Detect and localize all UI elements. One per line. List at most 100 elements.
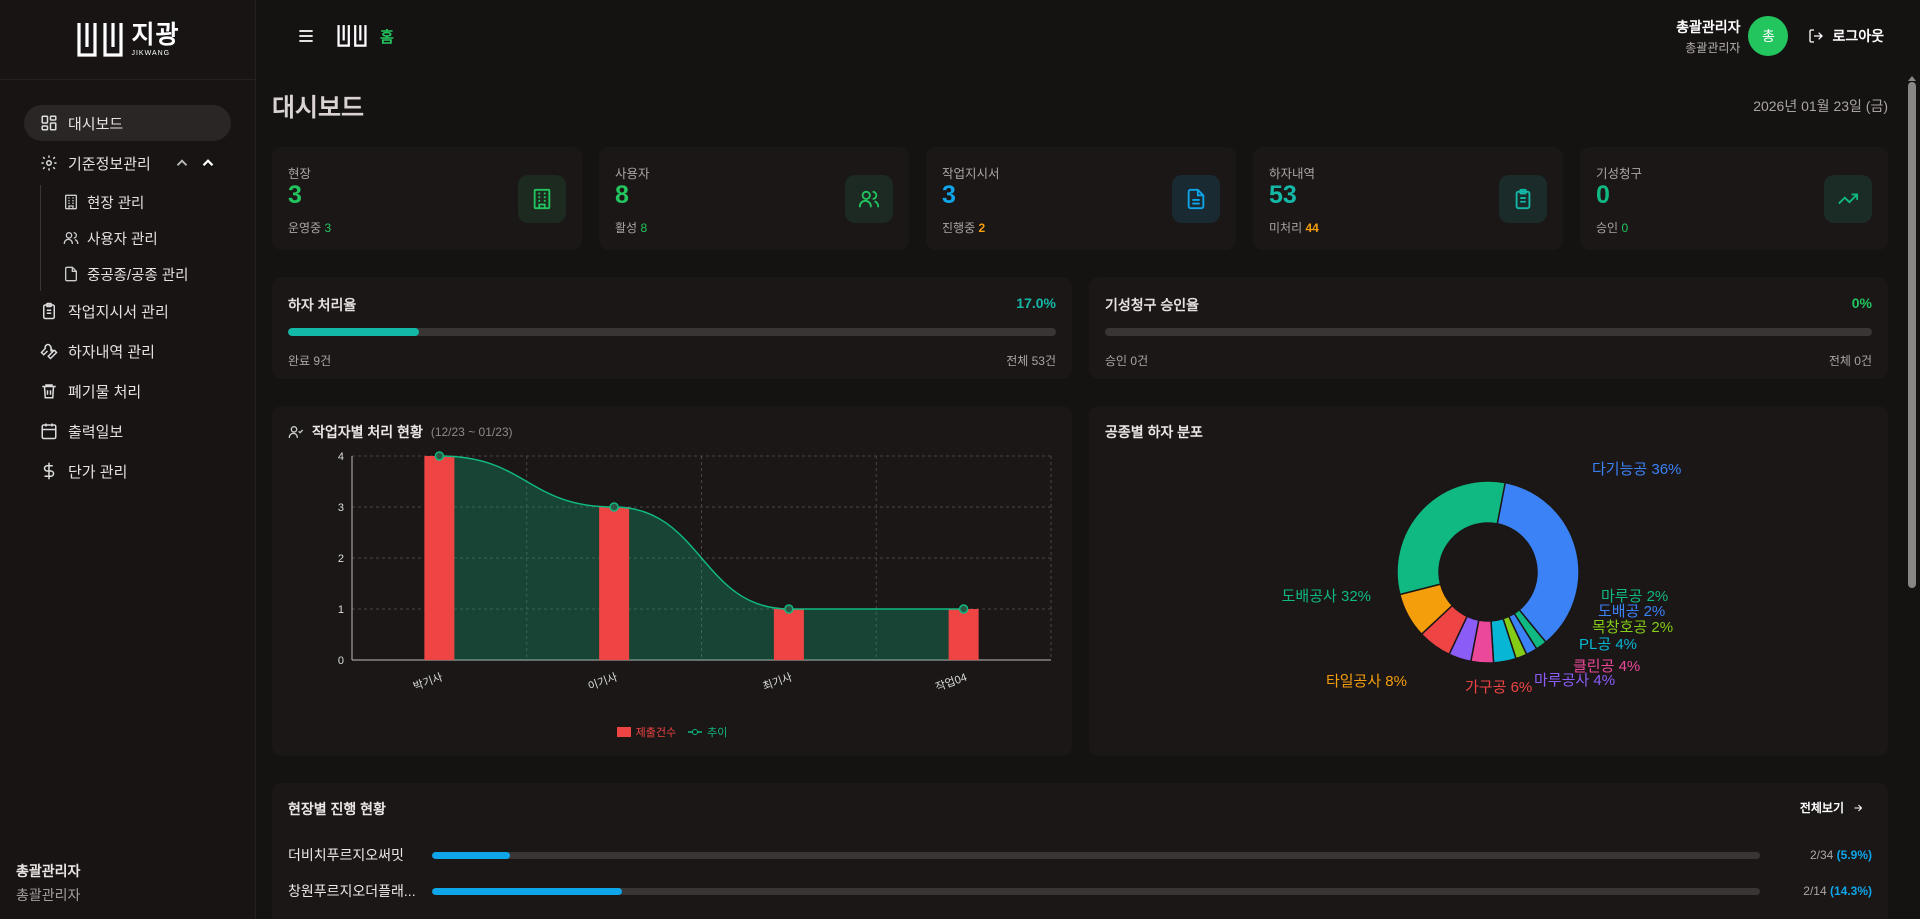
stat-sub-value: 3: [324, 221, 332, 235]
site-name: 더비치푸르지오써밋: [288, 847, 404, 863]
sidebar-item-site-management[interactable]: 현장 관리: [55, 185, 231, 219]
stat-sub: 승인 0: [1596, 219, 1628, 236]
stat-sub-label: 운영중: [288, 221, 322, 235]
stat-icon-box: [518, 175, 566, 223]
sidebar-item-label: 대시보드: [68, 115, 124, 133]
site-progress-bar: [432, 887, 1760, 895]
stat-value: 3: [942, 181, 956, 209]
file-icon: [1187, 188, 1205, 210]
donut-label: 마루공사 4%: [1534, 672, 1615, 689]
legend-swatch: [616, 727, 631, 737]
worker-bar-chart: 0 1 2 3 4 박기사 이기사 최기사 작업04: [338, 451, 1052, 694]
sidebar-item-master-data[interactable]: 기준정보관리: [24, 145, 231, 181]
main-content: 대시보드 2026년 01월 23일 (금) 현장 3 운영중 3 사용자 8 …: [272, 72, 1888, 919]
site-count: 2/14: [1803, 884, 1827, 898]
logout-button[interactable]: 로그아웃: [1808, 26, 1884, 46]
stat-card-billing[interactable]: 기성청구 0 승인 0: [1580, 147, 1888, 250]
sidebar-item-work-order[interactable]: 작업지시서 관리: [24, 293, 231, 329]
sidebar-item-label: 현장 관리: [87, 195, 145, 212]
stat-label: 사용자: [615, 167, 650, 181]
gear-icon: [41, 155, 57, 171]
sidebar-item-defects[interactable]: 하자내역 관리: [24, 333, 231, 369]
sidebar-item-label: 출력일보: [68, 423, 124, 441]
dashboard-icon: [41, 115, 57, 131]
site-progress-row[interactable]: 창원푸르지오더플래... 2/14 (14.3%): [288, 881, 1872, 901]
site-progress-count: 2/14 (14.3%): [1803, 884, 1872, 898]
x-tick-label: 작업04: [934, 671, 969, 694]
stat-sub: 운영중 3: [288, 219, 331, 236]
brand-logo[interactable]: 지광 JIKWANG: [0, 0, 255, 80]
stat-sub: 미처리 44: [1269, 219, 1319, 236]
stat-label: 작업지시서: [942, 167, 1000, 181]
bar-박기사: [424, 456, 455, 660]
stat-card-sites[interactable]: 현장 3 운영중 3: [272, 147, 582, 250]
trend-point: [609, 502, 619, 512]
chevron-up-icon: [202, 159, 214, 167]
stat-card-work-orders[interactable]: 작업지시서 3 진행중 2: [926, 147, 1236, 250]
donut-label: 도배공 2%: [1598, 603, 1665, 620]
clipboard-icon: [1515, 188, 1531, 210]
donut-label: 다기능공 36%: [1592, 461, 1681, 478]
stat-sub-label: 활성: [615, 221, 638, 235]
trade-donut-chart: 다기능공 36%마루공 2%도배공 2%목창호공 2%PL공 4%클린공 4%마…: [1282, 461, 1682, 696]
y-tick-label: 3: [338, 502, 344, 514]
clipboard-icon: [43, 302, 55, 320]
stat-sub-value: 2: [978, 221, 986, 235]
site-progress-row[interactable]: 더비치푸르지오써밋 2/34 (5.9%): [288, 845, 1872, 865]
stat-value: 53: [1269, 181, 1297, 209]
scroll-up-arrow[interactable]: [1908, 76, 1916, 81]
trend-point: [958, 604, 969, 614]
sidebar-nav: 대시보드 기준정보관리 현장 관리 사용자 관리 중공종/공종 관리 작업지시서…: [0, 80, 255, 489]
top-logo[interactable]: 홈: [336, 21, 394, 51]
trade-distribution-panel: 공종별 하자 분포 다기능공 36% 마루공 2% 도배공 2% 목창호공 2% PL공…: [1089, 406, 1888, 756]
logout-icon: [1809, 29, 1824, 43]
sidebar-item-waste[interactable]: 폐기물 처리: [24, 373, 231, 409]
home-link[interactable]: 홈: [380, 26, 394, 47]
stat-card-defects[interactable]: 하자내역 53 미처리 44: [1253, 147, 1563, 250]
defect-rate-card: 하자 처리율 17.0% 완료 9건 전체 53건: [272, 277, 1072, 379]
stat-card-users[interactable]: 사용자 8 활성 8: [599, 147, 909, 250]
legend-line-icon: [688, 729, 703, 735]
bar-작업04: [948, 609, 979, 660]
arrow-right-icon: [1854, 804, 1863, 811]
stat-icon-box: [845, 175, 893, 223]
building-icon: [65, 194, 77, 210]
view-all-button[interactable]: 전체보기: [1800, 799, 1864, 816]
sidebar-item-trade-management[interactable]: 중공종/공종 관리: [55, 257, 231, 291]
y-tick-label: 1: [338, 604, 344, 616]
billing-rate-card: 기성청구 승인율 0% 승인 0건 전체 0건: [1089, 277, 1888, 379]
topbar: 홈 총괄관리자 총괄관리자 총 로그아웃: [256, 0, 1920, 72]
stat-sub-value: 0: [1621, 221, 1629, 235]
rate-right-label: 전체 53건: [1006, 354, 1056, 368]
x-tick-label: 최기사: [761, 671, 794, 694]
stat-label: 현장: [288, 167, 312, 181]
user-name: 총괄관리자: [1676, 18, 1741, 35]
app: 지광 JIKWANG 대시보드 기준정보관리 현장 관리 사용자 관리 중공종/…: [0, 0, 1920, 919]
brand-subname: JIKWANG: [131, 49, 171, 57]
worker-chart-panel: 작업자별 처리 현황 (12/23 ~ 01/23) 0 1 2 3 4 박기사 이기사 최기…: [272, 406, 1072, 756]
rate-progress-fill: [288, 328, 419, 336]
stat-sub: 활성 8: [615, 219, 647, 236]
site-progress-title: 현장별 진행 현황: [288, 801, 386, 817]
sidebar-item-user-management[interactable]: 사용자 관리: [55, 221, 231, 255]
trend-point: [784, 604, 794, 614]
page-date: 2026년 01월 23일 (금): [1753, 98, 1888, 114]
sidebar-item-unit-price[interactable]: 단가 관리: [24, 453, 231, 489]
y-tick-label: 4: [338, 451, 344, 463]
sidebar-item-dashboard[interactable]: 대시보드: [24, 105, 231, 141]
sidebar-item-daily-report[interactable]: 출력일보: [24, 413, 231, 449]
avatar[interactable]: 총: [1748, 16, 1789, 56]
legend-item-trend[interactable]: 추이: [688, 724, 727, 740]
sidebar-item-label: 기준정보관리: [68, 155, 151, 173]
rate-right-label: 전체 0건: [1828, 354, 1872, 368]
donut-label: 가구공 6%: [1465, 679, 1532, 696]
menu-icon[interactable]: [296, 26, 316, 46]
legend-item-submitted[interactable]: 제출건수: [616, 724, 676, 740]
trend-up-icon: [1838, 193, 1859, 205]
stat-icon-box: [1172, 175, 1220, 223]
sidebar-user-name: 총괄관리자: [16, 863, 81, 879]
view-all-label: 전체보기: [1799, 801, 1844, 815]
scrollbar-thumb[interactable]: [1908, 82, 1916, 588]
trend-point: [434, 451, 445, 461]
collapse-toggle[interactable]: [173, 154, 217, 172]
